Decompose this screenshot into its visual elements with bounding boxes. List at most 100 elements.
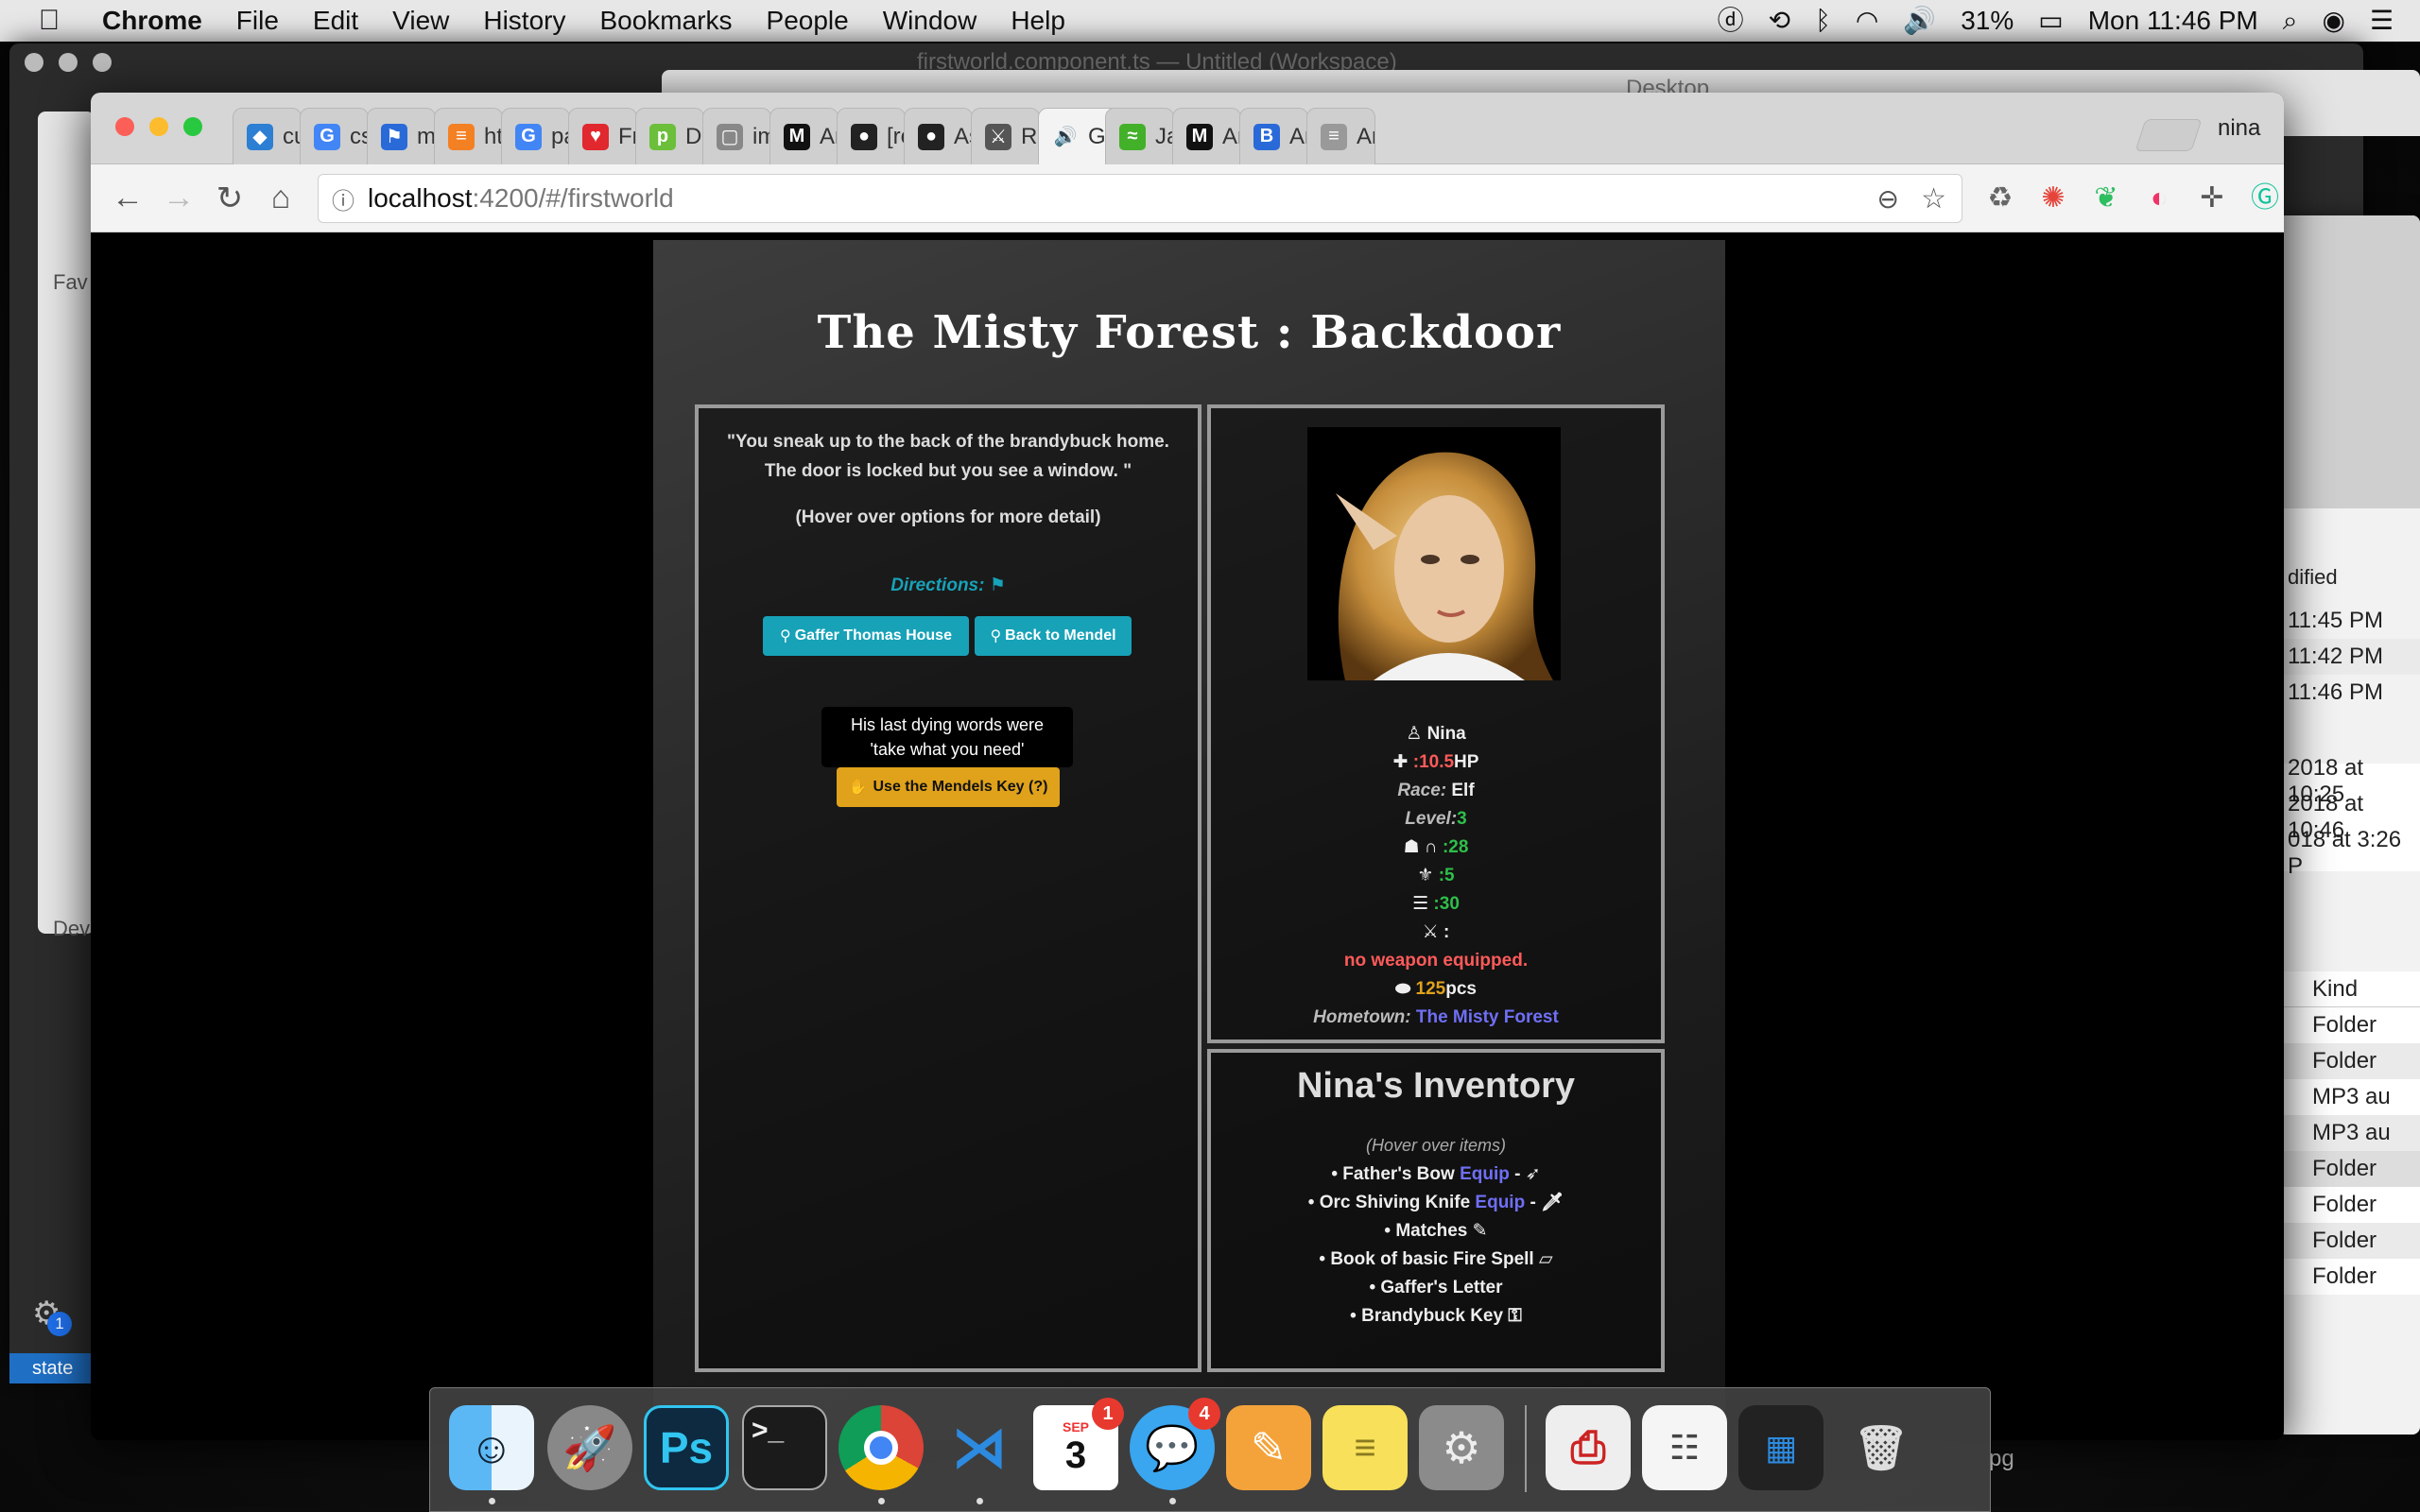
- menu-view[interactable]: View: [375, 6, 466, 36]
- equip-link[interactable]: Equip: [1460, 1164, 1510, 1184]
- profile-name[interactable]: nina: [2218, 115, 2260, 142]
- new-tab-button[interactable]: [2135, 119, 2203, 151]
- zoom-page-icon[interactable]: ⊖: [1877, 183, 1899, 215]
- finder-kind: Folder: [2278, 1151, 2420, 1187]
- tab-label: ima: [752, 123, 770, 149]
- dashlane-icon[interactable]: ⓓ: [1718, 8, 1744, 34]
- notification-center-icon[interactable]: ☰: [2370, 8, 2394, 34]
- photoshop-label: Ps: [659, 1423, 714, 1472]
- document-stack-icon[interactable]: ☷: [1642, 1405, 1727, 1490]
- menu-history[interactable]: History: [466, 6, 582, 36]
- screenshot-stack-icon[interactable]: ▦: [1738, 1405, 1824, 1490]
- finder-kind: Folder: [2312, 1263, 2377, 1289]
- siri-icon[interactable]: ◉: [2322, 8, 2344, 34]
- stat-value: :28: [1442, 837, 1469, 857]
- color-picker-extension-icon[interactable]: ✺: [2034, 180, 2072, 217]
- spotlight-icon[interactable]: ⌕: [2283, 8, 2298, 34]
- menu-edit[interactable]: Edit: [296, 6, 375, 36]
- story-text-line2: The door is locked but you see a window.…: [764, 461, 1132, 481]
- photoshop-icon[interactable]: Ps: [644, 1405, 729, 1490]
- vscode-icon[interactable]: ⋊: [937, 1405, 1022, 1490]
- inventory-item[interactable]: • Orc Shiving Knife Equip - 🗡: [1211, 1189, 1661, 1217]
- finder-modified-header[interactable]: dified: [2288, 565, 2338, 590]
- hometown-value: The Misty Forest: [1415, 1007, 1559, 1027]
- browser-tab[interactable]: ⚔ RPG: [971, 108, 1040, 164]
- time-machine-icon[interactable]: ⟲: [1769, 8, 1790, 34]
- minimize-icon[interactable]: [59, 53, 78, 72]
- browser-tab[interactable]: ♥ Fre: [568, 108, 637, 164]
- browser-tab[interactable]: ⚑ mus: [367, 108, 436, 164]
- terminal-icon[interactable]: >_: [742, 1405, 827, 1490]
- finder-kind-header[interactable]: Kind: [2278, 971, 2420, 1007]
- menu-help[interactable]: Help: [994, 6, 1082, 36]
- pdf-folder-icon[interactable]: ⎙: [1546, 1405, 1631, 1490]
- chrome-icon[interactable]: [838, 1405, 924, 1490]
- inventory-item[interactable]: • Brandybuck Key ⚿: [1211, 1302, 1661, 1331]
- extension-icon[interactable]: ◐: [2140, 180, 2178, 217]
- pages-icon[interactable]: ✎: [1226, 1405, 1311, 1490]
- menu-window[interactable]: Window: [866, 6, 994, 36]
- recycle-extension-icon[interactable]: ♻: [1981, 180, 2019, 217]
- info-icon[interactable]: ⓘ: [332, 182, 354, 215]
- inventory-item[interactable]: • Gaffer's Letter: [1211, 1274, 1661, 1302]
- browser-tab[interactable]: ≡ htm: [434, 108, 503, 164]
- finder-icon[interactable]: ☺: [449, 1405, 534, 1490]
- inventory-item[interactable]: • Father's Bow Equip - ➶: [1211, 1160, 1661, 1189]
- browser-tab[interactable]: ≡ Ang: [1306, 108, 1375, 164]
- apple-icon[interactable]: : [0, 5, 98, 37]
- browser-tab[interactable]: ≈ Java: [1105, 108, 1174, 164]
- browser-tab[interactable]: ● Ass: [904, 108, 973, 164]
- minimize-window-icon[interactable]: [149, 117, 168, 136]
- zoom-icon[interactable]: [93, 53, 112, 72]
- bluetooth-icon[interactable]: ᛒ: [1815, 8, 1831, 34]
- battery-icon[interactable]: ▭: [2038, 8, 2063, 34]
- forward-icon[interactable]: →: [153, 180, 204, 216]
- browser-tab[interactable]: ▢ ima: [702, 108, 771, 164]
- tab-favicon-icon: ≡: [1321, 123, 1347, 150]
- inventory-item[interactable]: • Matches ✎: [1211, 1217, 1661, 1246]
- direction-button-gaffer[interactable]: ⚲ Gaffer Thomas House: [763, 616, 969, 656]
- trash-icon[interactable]: 🗑: [1839, 1405, 1924, 1490]
- menu-app-name[interactable]: Chrome: [98, 6, 219, 36]
- messages-icon[interactable]: 💬 4: [1130, 1398, 1220, 1490]
- grammarly-extension-icon[interactable]: Ⓖ: [2246, 180, 2284, 217]
- clock[interactable]: Mon 11:46 PM: [2088, 6, 2258, 36]
- menu-bookmarks[interactable]: Bookmarks: [582, 6, 749, 36]
- browser-tab[interactable]: Gparc: [501, 108, 570, 164]
- browser-tab[interactable]: ● [rej: [837, 108, 906, 164]
- back-icon[interactable]: ←: [102, 180, 153, 216]
- browser-tab[interactable]: M Ang: [769, 108, 838, 164]
- home-icon[interactable]: ⌂: [255, 180, 306, 216]
- menu-file[interactable]: File: [219, 6, 296, 36]
- launchpad-icon[interactable]: 🚀: [547, 1405, 632, 1490]
- volume-icon[interactable]: 🔊: [1903, 8, 1936, 34]
- item-name: Book of basic Fire Spell: [1330, 1249, 1534, 1269]
- evernote-extension-icon[interactable]: ❦: [2087, 180, 2125, 217]
- use-key-button[interactable]: ✋ Use the Mendels Key (?): [837, 767, 1060, 807]
- bookmark-star-icon[interactable]: ☆: [1921, 182, 1946, 215]
- equip-link[interactable]: Equip: [1475, 1193, 1525, 1212]
- browser-tab[interactable]: Gcss: [300, 108, 369, 164]
- direction-button-mendel[interactable]: ⚲ Back to Mendel: [975, 616, 1132, 656]
- menu-people[interactable]: People: [750, 6, 866, 36]
- address-bar[interactable]: ⓘ localhost:4200/#/firstworld ⊖ ☆: [318, 174, 1962, 223]
- browser-tab[interactable]: ◆ cur: [233, 108, 302, 164]
- calendar-icon[interactable]: SEP 3 1: [1033, 1398, 1124, 1490]
- health-icon: ✚: [1392, 752, 1409, 772]
- tab-label: [rej: [887, 123, 905, 149]
- system-preferences-icon[interactable]: ⚙: [1419, 1405, 1504, 1490]
- browser-toolbar: ← → ↻ ⌂ ⓘ localhost:4200/#/firstworld ⊖ …: [91, 164, 2284, 232]
- inventory-item[interactable]: • Book of basic Fire Spell ▱: [1211, 1246, 1661, 1274]
- browser-tab[interactable]: B Ang: [1239, 108, 1308, 164]
- wifi-icon[interactable]: ◠: [1856, 8, 1878, 34]
- tab-favicon-icon: ⚑: [381, 123, 407, 150]
- zoom-window-icon[interactable]: [183, 117, 202, 136]
- browser-tab[interactable]: M Ang: [1172, 108, 1241, 164]
- browser-tab[interactable]: p Du: [635, 108, 704, 164]
- notes-icon[interactable]: ≡: [1322, 1405, 1408, 1490]
- close-icon[interactable]: [25, 53, 43, 72]
- vscode-branch-label[interactable]: state: [32, 1358, 73, 1379]
- move-extension-icon[interactable]: ✛: [2193, 180, 2231, 217]
- close-window-icon[interactable]: [115, 117, 134, 136]
- reload-icon[interactable]: ↻: [204, 180, 255, 217]
